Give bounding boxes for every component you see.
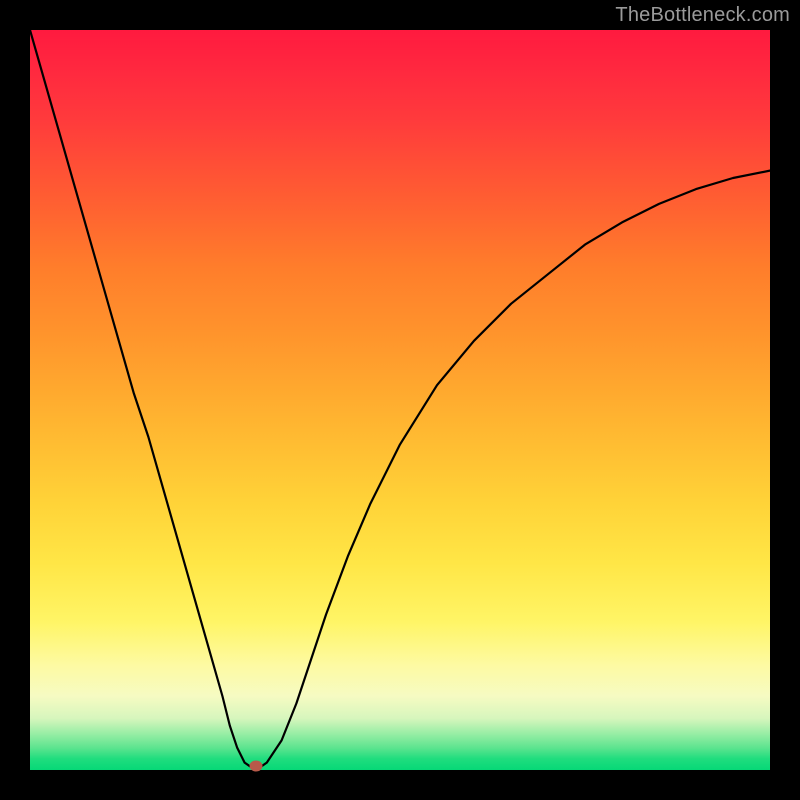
minimum-marker [249,761,262,772]
plot-area [30,30,770,770]
watermark-text: TheBottleneck.com [615,4,790,27]
chart-frame: TheBottleneck.com [0,0,800,800]
bottleneck-curve [30,30,770,768]
curve-svg [30,30,770,770]
